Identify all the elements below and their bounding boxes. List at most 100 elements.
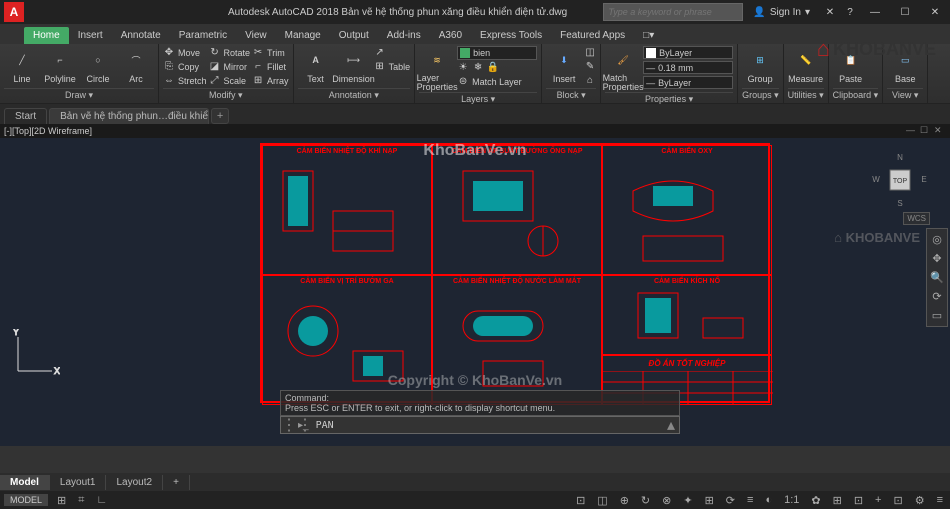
tab-home[interactable]: Home: [24, 27, 69, 44]
model-tab[interactable]: Model: [0, 475, 50, 490]
arc-button[interactable]: ⌒Arc: [118, 46, 154, 84]
tab-addins[interactable]: Add-ins: [378, 27, 430, 44]
tab-manage[interactable]: Manage: [276, 27, 330, 44]
line-button[interactable]: ╱Line: [4, 46, 40, 84]
sb-scale-button[interactable]: 1:1: [781, 494, 802, 506]
sb-icon[interactable]: ◫: [594, 494, 610, 507]
fillet-button[interactable]: ⌐Fillet: [252, 60, 289, 73]
showmotion-icon[interactable]: ▭: [932, 309, 942, 322]
layer-tools[interactable]: ☀❄🔒: [457, 61, 537, 74]
sb-icon[interactable]: ✿: [808, 494, 823, 507]
panel-title[interactable]: Modify ▾: [163, 88, 289, 101]
sb-icon[interactable]: ⊞: [830, 494, 845, 507]
tab-express[interactable]: Express Tools: [471, 27, 551, 44]
polyline-button[interactable]: ⌐Polyline: [42, 46, 78, 84]
sb-snap-icon[interactable]: ⌗: [75, 494, 87, 507]
panel-title[interactable]: View ▾: [887, 88, 923, 101]
panel-title[interactable]: Clipboard ▾: [833, 88, 879, 101]
color-dropdown[interactable]: ByLayer: [643, 46, 733, 59]
exchange-icon[interactable]: ✕: [820, 7, 840, 18]
add-document-button[interactable]: +: [211, 108, 229, 124]
steering-wheel-icon[interactable]: ◎: [932, 233, 942, 246]
layout1-tab[interactable]: Layout1: [50, 475, 107, 490]
sb-ortho-icon[interactable]: ∟: [93, 494, 110, 506]
sb-icon[interactable]: ⊡: [890, 494, 905, 507]
sb-icon[interactable]: ⊞: [702, 494, 717, 507]
app-icon[interactable]: A: [4, 2, 24, 22]
layer-dropdown[interactable]: bien: [457, 46, 537, 60]
panel-title[interactable]: Groups ▾: [742, 88, 779, 101]
leader-button[interactable]: ↗: [374, 46, 411, 59]
sb-icon[interactable]: ⊡: [573, 494, 588, 507]
sb-icon[interactable]: ⊗: [659, 494, 674, 507]
circle-button[interactable]: ○Circle: [80, 46, 116, 84]
viewport-label[interactable]: [-][Top][2D Wireframe]: [4, 126, 92, 136]
layout2-tab[interactable]: Layout2: [106, 475, 163, 490]
command-handle-icon[interactable]: ⋮⋮: [281, 415, 295, 435]
trim-button[interactable]: ✂Trim: [252, 46, 289, 59]
drawing-canvas[interactable]: KhoBanVe.vn Copyright © KhoBanVe.vn CẢM …: [0, 138, 950, 446]
zoom-icon[interactable]: 🔍: [930, 271, 944, 284]
text-button[interactable]: AText: [298, 46, 334, 84]
layer-properties-button[interactable]: ≋Layer Properties: [419, 46, 455, 92]
sb-icon[interactable]: ⟳: [723, 494, 738, 507]
document-tab[interactable]: Bản vẽ hệ thống phun…điều khiển điện tử*: [49, 108, 209, 124]
sb-menu-icon[interactable]: ≡: [934, 494, 946, 506]
sb-settings-icon[interactable]: ⚙: [912, 494, 928, 507]
panel-title[interactable]: Block ▾: [546, 88, 596, 101]
command-menu-icon[interactable]: ▴: [663, 415, 679, 435]
sb-icon[interactable]: ≡: [744, 494, 756, 506]
array-button[interactable]: ⊞Array: [252, 74, 289, 87]
move-button[interactable]: ✥Move: [163, 46, 207, 59]
copy-button[interactable]: ⎘Copy: [163, 60, 207, 73]
start-tab[interactable]: Start: [4, 108, 47, 124]
tab-insert[interactable]: Insert: [69, 27, 112, 44]
sb-icon[interactable]: +: [872, 494, 884, 506]
sb-grid-icon[interactable]: ⊞: [54, 494, 69, 507]
panel-title[interactable]: Properties ▾: [605, 92, 733, 105]
minimize-button[interactable]: —: [860, 0, 890, 24]
help-icon[interactable]: ?: [840, 7, 860, 18]
sb-icon[interactable]: ⊕: [617, 494, 632, 507]
command-input[interactable]: [312, 420, 663, 431]
panel-title[interactable]: Annotation ▾: [298, 88, 411, 101]
wcs-label[interactable]: WCS: [903, 212, 930, 225]
tab-annotate[interactable]: Annotate: [112, 27, 170, 44]
tab-view[interactable]: View: [236, 27, 276, 44]
sign-in-button[interactable]: 👤Sign In▾: [753, 7, 810, 18]
scale-button[interactable]: ⤢Scale: [209, 74, 251, 87]
pan-icon[interactable]: ✥: [932, 252, 941, 265]
panel-title[interactable]: Utilities ▾: [788, 88, 824, 101]
tab-a360[interactable]: A360: [430, 27, 471, 44]
attr-button[interactable]: ⌂: [584, 74, 596, 87]
insert-button[interactable]: ⬇Insert: [546, 46, 582, 84]
tab-extra[interactable]: □▾: [634, 27, 663, 44]
close-button[interactable]: ✕: [920, 0, 950, 24]
sb-icon[interactable]: ⊡: [851, 494, 866, 507]
match-properties-button[interactable]: 🖌Match Properties: [605, 46, 641, 92]
search-input[interactable]: [603, 3, 743, 21]
panel-title[interactable]: Layers ▾: [419, 92, 537, 105]
rotate-button[interactable]: ↻Rotate: [209, 46, 251, 59]
table-button[interactable]: ⊞Table: [374, 60, 411, 73]
edit-block-button[interactable]: ✎: [584, 60, 596, 73]
add-layout-button[interactable]: +: [163, 475, 190, 490]
stretch-button[interactable]: ⇔Stretch: [163, 74, 207, 87]
match-layer-button[interactable]: ⊜Match Layer: [457, 75, 537, 88]
sb-icon[interactable]: ✦: [680, 494, 695, 507]
sb-icon[interactable]: ◐: [762, 494, 775, 506]
linetype-dropdown[interactable]: —ByLayer: [643, 76, 733, 89]
model-space-button[interactable]: MODEL: [4, 494, 48, 506]
sb-icon[interactable]: ↻: [638, 494, 653, 507]
vp-close-icon[interactable]: ✕: [934, 125, 946, 137]
tab-output[interactable]: Output: [330, 27, 378, 44]
lineweight-dropdown[interactable]: —0.18 mm: [643, 61, 733, 74]
panel-title[interactable]: Draw ▾: [4, 88, 154, 101]
mirror-button[interactable]: ◪Mirror: [209, 60, 251, 73]
tab-featured[interactable]: Featured Apps: [551, 27, 634, 44]
tab-parametric[interactable]: Parametric: [170, 27, 236, 44]
vp-restore-icon[interactable]: ☐: [920, 125, 932, 137]
dimension-button[interactable]: ⟼Dimension: [336, 46, 372, 84]
group-button[interactable]: ⊞Group: [742, 46, 778, 84]
view-cube[interactable]: N E S W TOP WCS: [872, 152, 928, 208]
